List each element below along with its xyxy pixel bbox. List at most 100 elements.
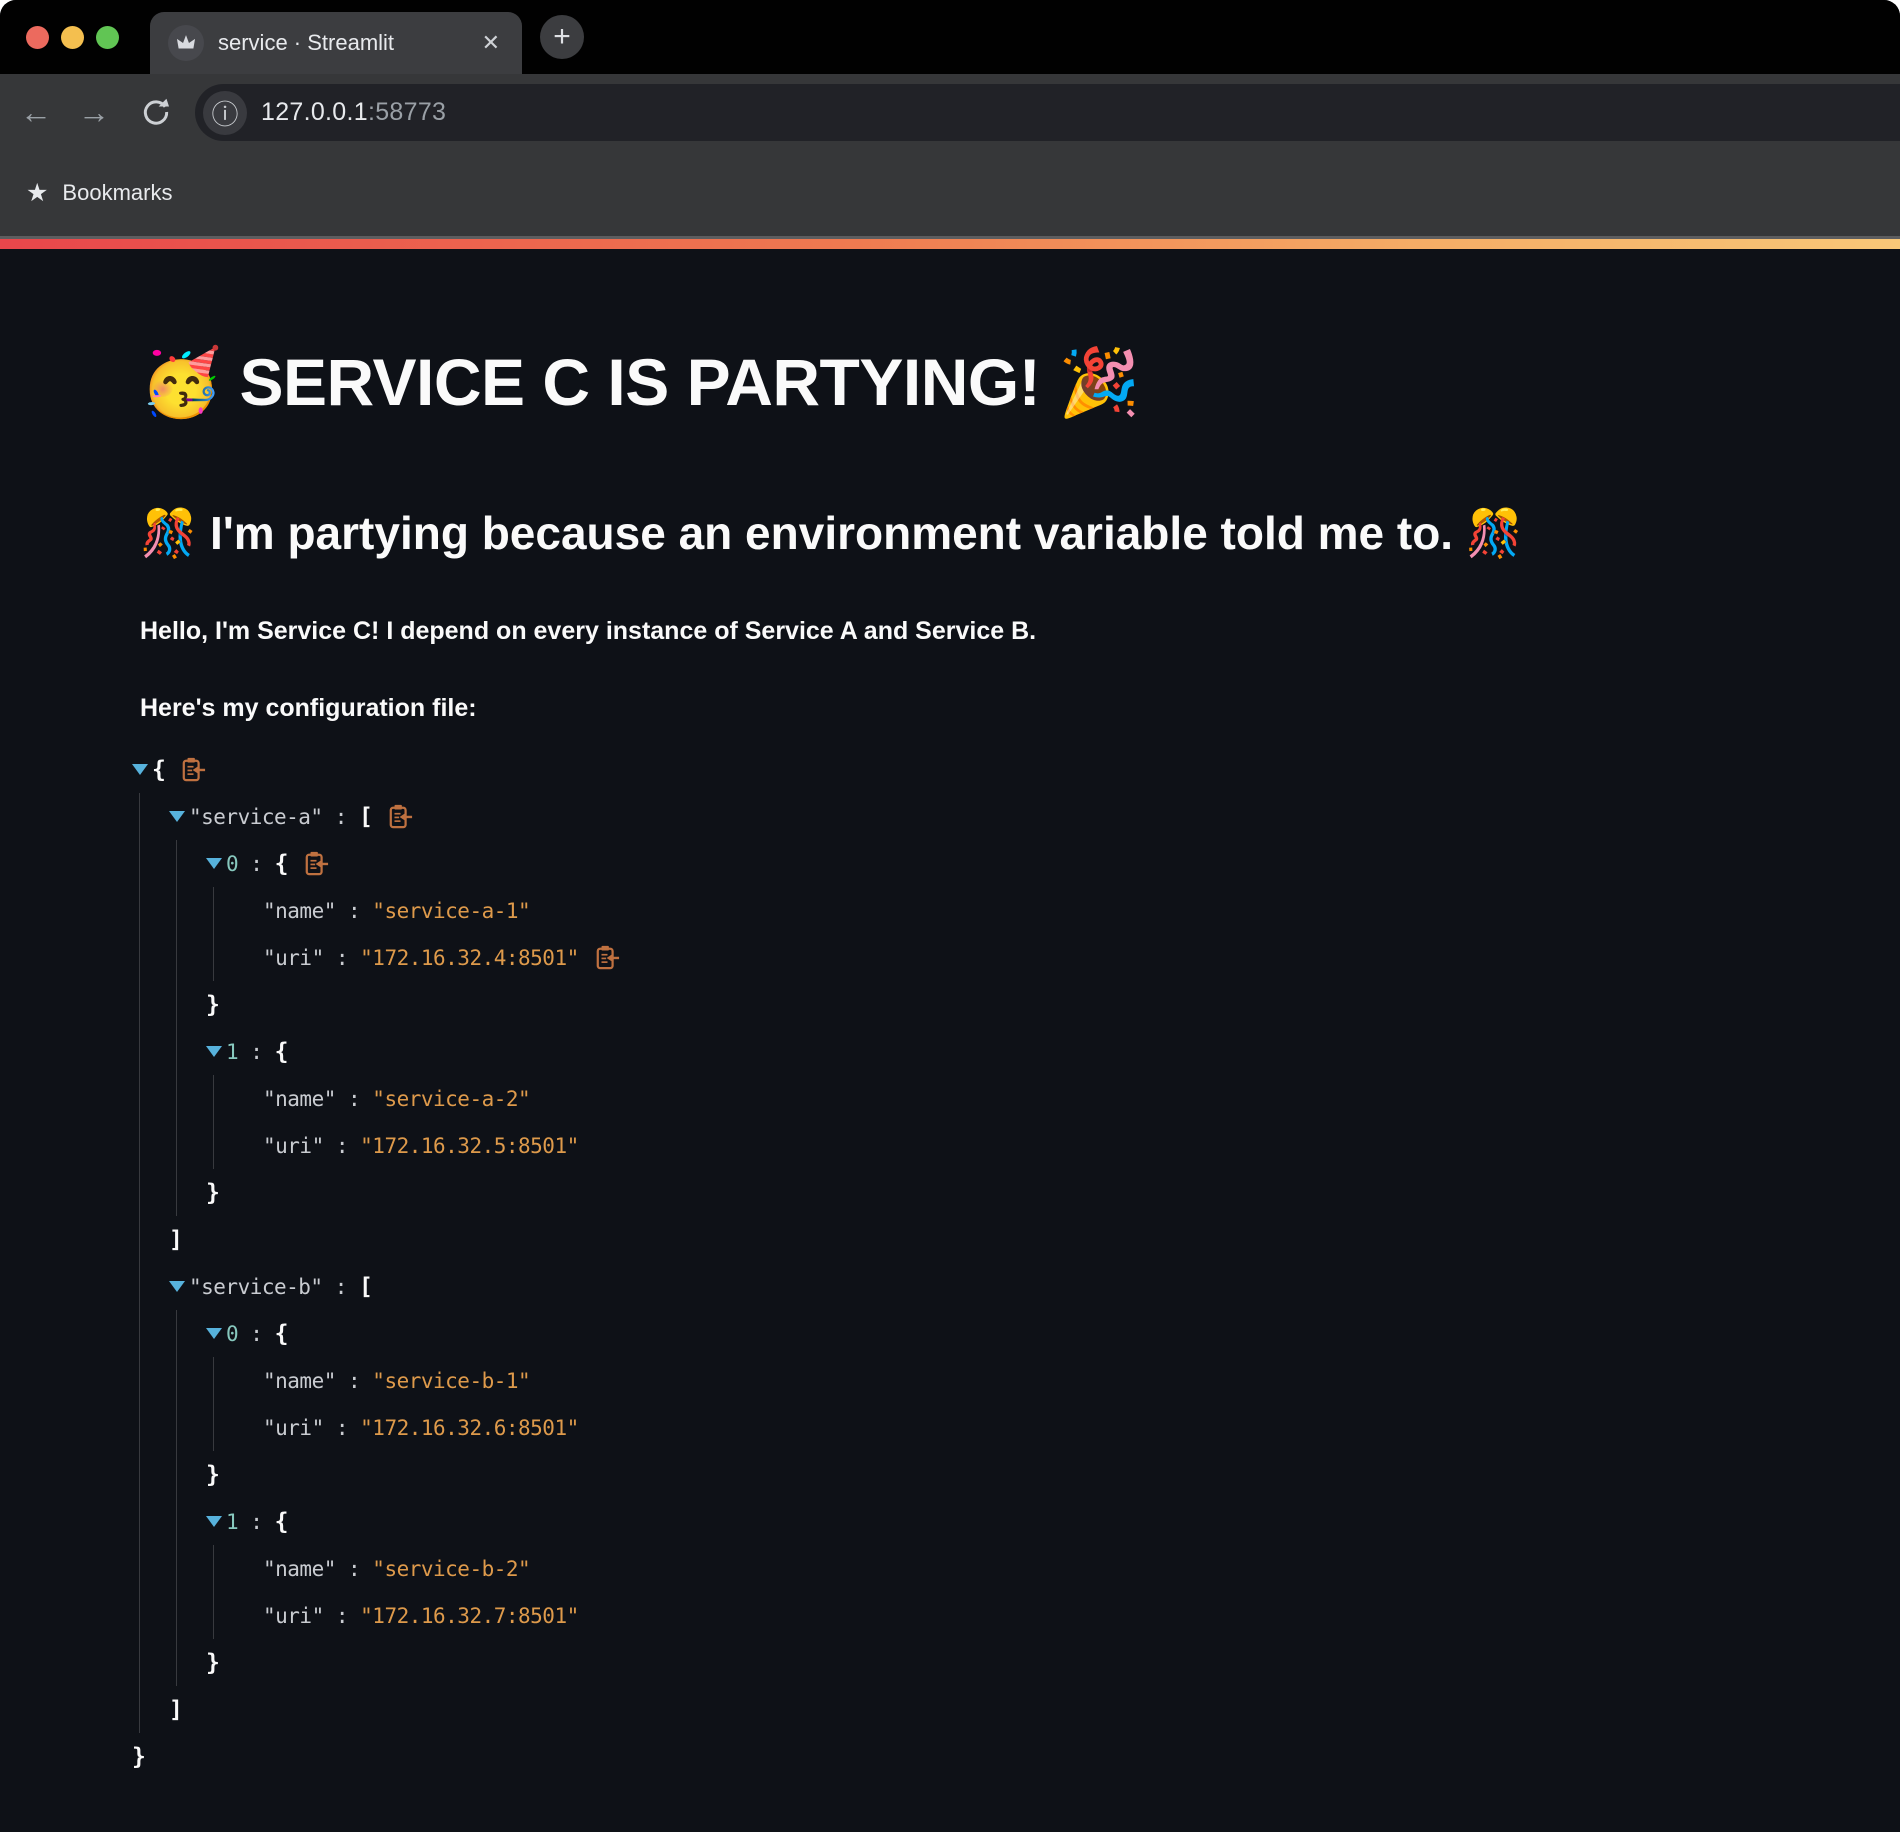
copy-to-clipboard-icon[interactable] <box>388 803 413 830</box>
tab-strip: service · Streamlit ✕ + <box>0 0 1900 74</box>
window-close-button[interactable] <box>26 26 49 49</box>
json-key: "uri" <box>263 1604 324 1628</box>
window-zoom-button[interactable] <box>96 26 119 49</box>
json-bracket: [ <box>359 804 372 830</box>
new-tab-button[interactable]: + <box>540 15 584 59</box>
json-open-row: 1 : { <box>206 1028 1840 1075</box>
reload-icon[interactable] <box>132 88 180 136</box>
tab-close-icon[interactable]: ✕ <box>478 28 504 58</box>
json-colon: : <box>324 1416 360 1440</box>
config-label: Here's my configuration file: <box>140 692 1840 725</box>
json-colon: : <box>324 946 360 970</box>
json-children: "service-a" : [0 : {"name" : "service-a-… <box>139 793 1840 1733</box>
json-node: 0 : { "name" : "service-b-1""uri" : "172.… <box>206 1310 1840 1498</box>
collapse-arrow-icon[interactable] <box>206 1046 226 1057</box>
json-bracket: [ <box>359 1274 372 1300</box>
json-node: 0 : {"name" : "service-a-1""uri" : "172.… <box>206 840 1840 1028</box>
copy-to-clipboard-icon[interactable] <box>181 756 206 783</box>
json-index: 1 <box>226 1510 238 1534</box>
collapse-arrow-icon[interactable] <box>206 1328 226 1339</box>
url-port: :58773 <box>368 98 446 126</box>
json-key: "uri" <box>263 1416 324 1440</box>
json-leaf-row: "name" : "service-b-1" <box>243 1357 1840 1404</box>
json-node: {"service-a" : [0 : {"name" : "service-a… <box>132 746 1840 1780</box>
json-bracket: } <box>206 992 219 1018</box>
json-bracket: } <box>206 1180 219 1206</box>
json-close-row: } <box>206 981 1840 1028</box>
json-key: "name" <box>263 899 336 923</box>
json-open-row: "service-a" : [ <box>169 793 1840 840</box>
json-leaf-row: "uri" : "172.16.32.5:8501" <box>243 1122 1840 1169</box>
json-leaf-row: "name" : "service-b-2" <box>243 1545 1840 1592</box>
json-node: "service-a" : [0 : {"name" : "service-a-… <box>169 793 1840 1263</box>
browser-window: service · Streamlit ✕ + ← → ⓘ 127.0.0.1:… <box>0 0 1900 1832</box>
collapse-arrow-icon[interactable] <box>169 811 189 822</box>
json-viewer: {"service-a" : [0 : {"name" : "service-a… <box>132 746 1840 1780</box>
json-colon: : <box>336 1557 372 1581</box>
bookmarks-star-icon[interactable]: ★ <box>26 178 48 208</box>
json-bracket: } <box>132 1744 145 1770</box>
app-content: 🥳 SERVICE C IS PARTYING! 🎉 🎊 I'm partyin… <box>0 249 1900 1649</box>
collapse-arrow-icon[interactable] <box>169 1281 189 1292</box>
window-minimize-button[interactable] <box>61 26 84 49</box>
json-close-row: } <box>206 1451 1840 1498</box>
json-bracket: { <box>275 1321 288 1347</box>
json-value: "172.16.32.5:8501" <box>360 1134 579 1158</box>
json-bracket: ] <box>169 1227 182 1253</box>
json-colon: : <box>238 852 274 876</box>
json-colon: : <box>336 1369 372 1393</box>
json-value: "service-a-2" <box>372 1087 530 1111</box>
json-open-row: 0 : { <box>206 840 1840 887</box>
intro-text: Hello, I'm Service C! I depend on every … <box>140 615 1840 648</box>
json-colon: : <box>323 805 359 829</box>
collapse-arrow-icon[interactable] <box>206 858 226 869</box>
json-index: 0 <box>226 852 238 876</box>
window-controls <box>26 26 119 49</box>
json-colon: : <box>336 1087 372 1111</box>
json-open-row: "service-b" : [ <box>169 1263 1840 1310</box>
json-bracket: { <box>275 1509 288 1535</box>
json-colon: : <box>336 899 372 923</box>
json-bracket: } <box>206 1650 219 1676</box>
json-children: "name" : "service-b-1""uri" : "172.16.32… <box>213 1357 1840 1451</box>
site-info-icon[interactable]: ⓘ <box>203 91 247 135</box>
json-bracket: { <box>275 851 288 877</box>
json-node: "service-b" : [0 : {"name" : "service-b-… <box>169 1263 1840 1733</box>
json-key: "name" <box>263 1087 336 1111</box>
json-leaf-row: "uri" : "172.16.32.6:8501" <box>243 1404 1840 1451</box>
json-children: "name" : "service-a-1""uri" : "172.16.32… <box>213 887 1840 981</box>
json-node: 1 : {"name" : "service-b-2""uri" : "172.… <box>206 1498 1840 1686</box>
json-key: "name" <box>263 1557 336 1581</box>
bookmarks-label[interactable]: Bookmarks <box>62 180 172 206</box>
json-open-row: { <box>132 746 1840 793</box>
url-text: 127.0.0.1:58773 <box>261 98 446 127</box>
address-bar[interactable]: ⓘ 127.0.0.1:58773 <box>195 84 1900 141</box>
copy-to-clipboard-icon[interactable] <box>595 944 620 971</box>
json-colon: : <box>323 1275 359 1299</box>
collapse-arrow-icon[interactable] <box>206 1516 226 1527</box>
json-close-row: } <box>132 1733 1840 1780</box>
json-bracket: ] <box>169 1697 182 1723</box>
json-index: 0 <box>226 1322 238 1346</box>
back-arrow-icon[interactable]: ← <box>12 88 60 136</box>
forward-arrow-icon[interactable]: → <box>70 88 118 136</box>
page-title: 🥳 SERVICE C IS PARTYING! 🎉 <box>140 343 1840 422</box>
json-colon: : <box>238 1510 274 1534</box>
json-bracket: { <box>275 1039 288 1065</box>
json-value: "service-b-2" <box>372 1557 530 1581</box>
json-close-row: ] <box>169 1686 1840 1733</box>
json-key: "service-b" <box>189 1275 323 1299</box>
url-host: 127.0.0.1 <box>261 98 368 126</box>
json-open-row: 1 : { <box>206 1498 1840 1545</box>
json-value: "172.16.32.4:8501" <box>360 946 579 970</box>
tab-title: service · Streamlit <box>218 30 478 56</box>
json-value: "172.16.32.7:8501" <box>360 1604 579 1628</box>
copy-to-clipboard-icon[interactable] <box>304 850 329 877</box>
json-key: "uri" <box>263 946 324 970</box>
json-leaf-row: "name" : "service-a-2" <box>243 1075 1840 1122</box>
json-bracket: } <box>206 1462 219 1488</box>
browser-tab[interactable]: service · Streamlit ✕ <box>150 12 522 74</box>
bookmarks-bar: ★ Bookmarks <box>0 150 1900 236</box>
collapse-arrow-icon[interactable] <box>132 764 152 775</box>
json-close-row: } <box>206 1169 1840 1216</box>
